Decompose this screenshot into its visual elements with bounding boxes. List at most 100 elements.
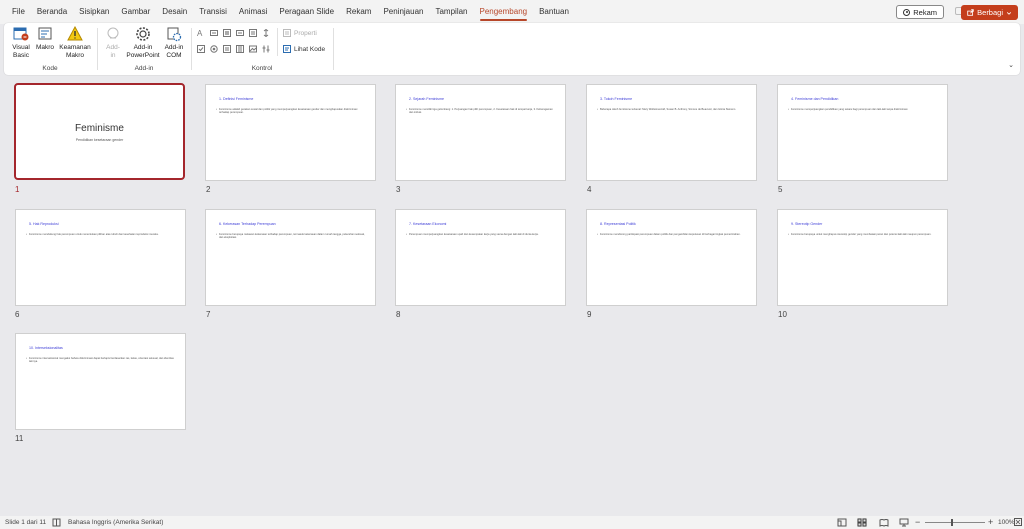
radio-icon[interactable] — [210, 45, 218, 53]
slide-thumbnail-7[interactable]: 6. Kekerasan Terhadap Perempuan Feminism… — [205, 209, 376, 306]
tab-rekam[interactable]: Rekam — [340, 0, 377, 24]
button-control-icon[interactable] — [223, 29, 231, 37]
record-button[interactable]: Rekam — [896, 5, 944, 19]
slide-body: Perempuan memperjuangkan kesetaraan upah… — [406, 233, 557, 237]
zoom-slider-thumb[interactable] — [951, 519, 953, 526]
textbox-control-icon[interactable] — [210, 29, 218, 37]
slide-number: 11 — [15, 434, 24, 443]
slide-title: 6. Kekerasan Terhadap Perempuan — [219, 222, 276, 226]
slide-thumbnail-2[interactable]: 1. Definisi Feminisme Feminisme adalah g… — [205, 84, 376, 181]
tab-animasi[interactable]: Animasi — [233, 0, 273, 24]
keamanan-makro-button[interactable]: Keamanan Makro — [57, 26, 93, 60]
tab-file[interactable]: File — [6, 0, 31, 24]
slide-thumbnail-5[interactable]: 4. Feminisme dan Pendidikan Feminisme me… — [777, 84, 948, 181]
slide-thumbnail-4[interactable]: 3. Tokoh Feminisme Beberapa tokoh femini… — [586, 84, 757, 181]
properti-button[interactable]: Properti — [283, 29, 317, 37]
slide-thumbnail-3[interactable]: 2. Sejarah Feminisme Feminisme memiliki … — [395, 84, 566, 181]
fit-to-window-icon[interactable] — [1014, 518, 1022, 526]
tab-peninjauan[interactable]: Peninjauan — [377, 0, 429, 24]
tab-bantuan[interactable]: Bantuan — [533, 0, 575, 24]
chevron-down-icon — [1006, 11, 1012, 15]
view-code-icon — [283, 45, 291, 53]
visual-basic-button[interactable]: Visual Basic — [8, 26, 34, 60]
kontrol-divider — [277, 28, 278, 56]
slide-body: Feminisme memperjuangkan pendidikan yang… — [788, 108, 939, 112]
visual-basic-icon — [13, 27, 29, 41]
checkbox-icon[interactable] — [197, 45, 205, 53]
slide-number: 6 — [15, 310, 20, 319]
combobox-icon[interactable] — [223, 45, 231, 53]
group-addin: Add- in Add-in PowerPoint Add-in COM Add… — [98, 23, 190, 75]
reading-view-icon[interactable] — [879, 518, 889, 527]
toggle-icon[interactable] — [236, 45, 244, 53]
slide-sorter-view-icon[interactable] — [857, 518, 867, 527]
status-bar: Slide 1 dari 11 Bahasa Inggris (Amerika … — [0, 516, 1024, 529]
add-in-button[interactable]: Add- in — [102, 26, 124, 60]
more-controls-icon[interactable] — [262, 45, 270, 53]
tab-desain[interactable]: Desain — [156, 0, 193, 24]
add-in-powerpoint-button[interactable]: Add-in PowerPoint — [125, 26, 161, 60]
slide-body: Feminisme mendukung hak perempuan untuk … — [26, 233, 177, 237]
zoom-out-button[interactable]: − — [915, 517, 920, 527]
slide-thumbnail-8[interactable]: 7. Kesetaraan Ekonomi Perempuan memperju… — [395, 209, 566, 306]
checkbox-control-icon[interactable] — [236, 29, 244, 37]
properties-icon — [283, 29, 291, 37]
group-label-addin: Add-in — [134, 65, 154, 72]
ribbon-divider — [333, 28, 334, 70]
normal-view-icon[interactable] — [837, 518, 847, 527]
slide-thumbnail-6[interactable]: 5. Hak Reproduksi Feminisme mendukung ha… — [15, 209, 186, 306]
zoom-slider-track[interactable] — [925, 522, 985, 523]
tab-tampilan[interactable]: Tampilan — [429, 0, 473, 24]
record-label: Rekam — [913, 7, 937, 17]
tab-peragaan-slide[interactable]: Peragaan Slide — [273, 0, 340, 24]
tab-transisi[interactable]: Transisi — [193, 0, 233, 24]
listbox-control-icon[interactable] — [249, 29, 257, 37]
slide-number: 4 — [587, 185, 592, 194]
share-button[interactable]: Berbagi — [961, 5, 1018, 20]
add-in-icon — [107, 27, 119, 39]
slide-body: Feminisme berupaya melawan kekerasan ter… — [216, 233, 367, 240]
slide-title: 1. Definisi Feminisme — [219, 97, 254, 101]
lihat-kode-button[interactable]: Lihat Kode — [283, 45, 325, 53]
makro-button[interactable]: Makro — [34, 26, 56, 52]
slide-title: 10. Interseksionalitas — [29, 346, 63, 350]
tab-pengembang[interactable]: Pengembang — [474, 0, 534, 24]
slide-body: Feminisme berupaya untuk menghapus stere… — [788, 233, 939, 237]
slide-thumbnail-10[interactable]: 9. Stereotip Gender Feminisme berupaya u… — [777, 209, 948, 306]
warning-icon — [67, 26, 83, 41]
ribbon-collapse-chevron-icon[interactable]: ⌄ — [1008, 61, 1014, 69]
slide-counter: Slide 1 dari 11 — [5, 519, 47, 526]
slide-number: 5 — [778, 185, 783, 194]
gear-icon — [136, 27, 150, 41]
zoom-level[interactable]: 100% — [998, 519, 1015, 526]
label-control-icon[interactable]: A — [197, 29, 205, 37]
add-in-com-button[interactable]: Add-in COM — [161, 26, 187, 60]
tab-beranda[interactable]: Beranda — [31, 0, 73, 24]
svg-text:A: A — [197, 29, 203, 37]
zoom-in-button[interactable]: + — [988, 517, 993, 527]
slide-body: Feminisme adalah gerakan sosial dan poli… — [216, 108, 367, 115]
slide-thumbnail-11[interactable]: 10. Interseksionalitas Feminisme interse… — [15, 333, 186, 430]
group-kontrol: A Properti Lihat Kode Kontrol — [192, 23, 332, 75]
slide-body: Feminisme memiliki tiga gelombang: 1. Pe… — [406, 108, 557, 115]
tab-sisipkan[interactable]: Sisipkan — [73, 0, 115, 24]
spin-control-icon[interactable] — [262, 29, 270, 37]
macro-icon — [38, 27, 52, 40]
slide-number: 3 — [396, 185, 401, 194]
slide-number: 9 — [587, 310, 592, 319]
slide-title: Feminisme — [75, 123, 124, 134]
slide-body: Feminisme mendorong partisipasi perempua… — [597, 233, 748, 237]
slide-title: 9. Stereotip Gender — [791, 222, 823, 226]
slide-body: Beberapa tokoh feminisme terkenal: Mary … — [597, 108, 748, 112]
slide-thumbnail-1[interactable]: Feminisme Pendidikan kesetaraan gender — [14, 83, 185, 180]
slide-thumbnail-9[interactable]: 8. Representasi Politik Feminisme mendor… — [586, 209, 757, 306]
slide-number: 1 — [15, 185, 20, 194]
slideshow-view-icon[interactable] — [899, 518, 909, 527]
group-kode: Visual Basic Makro Keamanan Makro Kode — [4, 23, 96, 75]
slide-subtitle: Pendidikan kesetaraan gender — [75, 138, 124, 142]
tab-gambar[interactable]: Gambar — [115, 0, 156, 24]
language-status[interactable]: Bahasa Inggris (Amerika Serikat) — [68, 519, 163, 526]
slide-title: 5. Hak Reproduksi — [29, 222, 59, 226]
image-control-icon[interactable] — [249, 45, 257, 53]
spellcheck-icon[interactable] — [52, 518, 61, 527]
